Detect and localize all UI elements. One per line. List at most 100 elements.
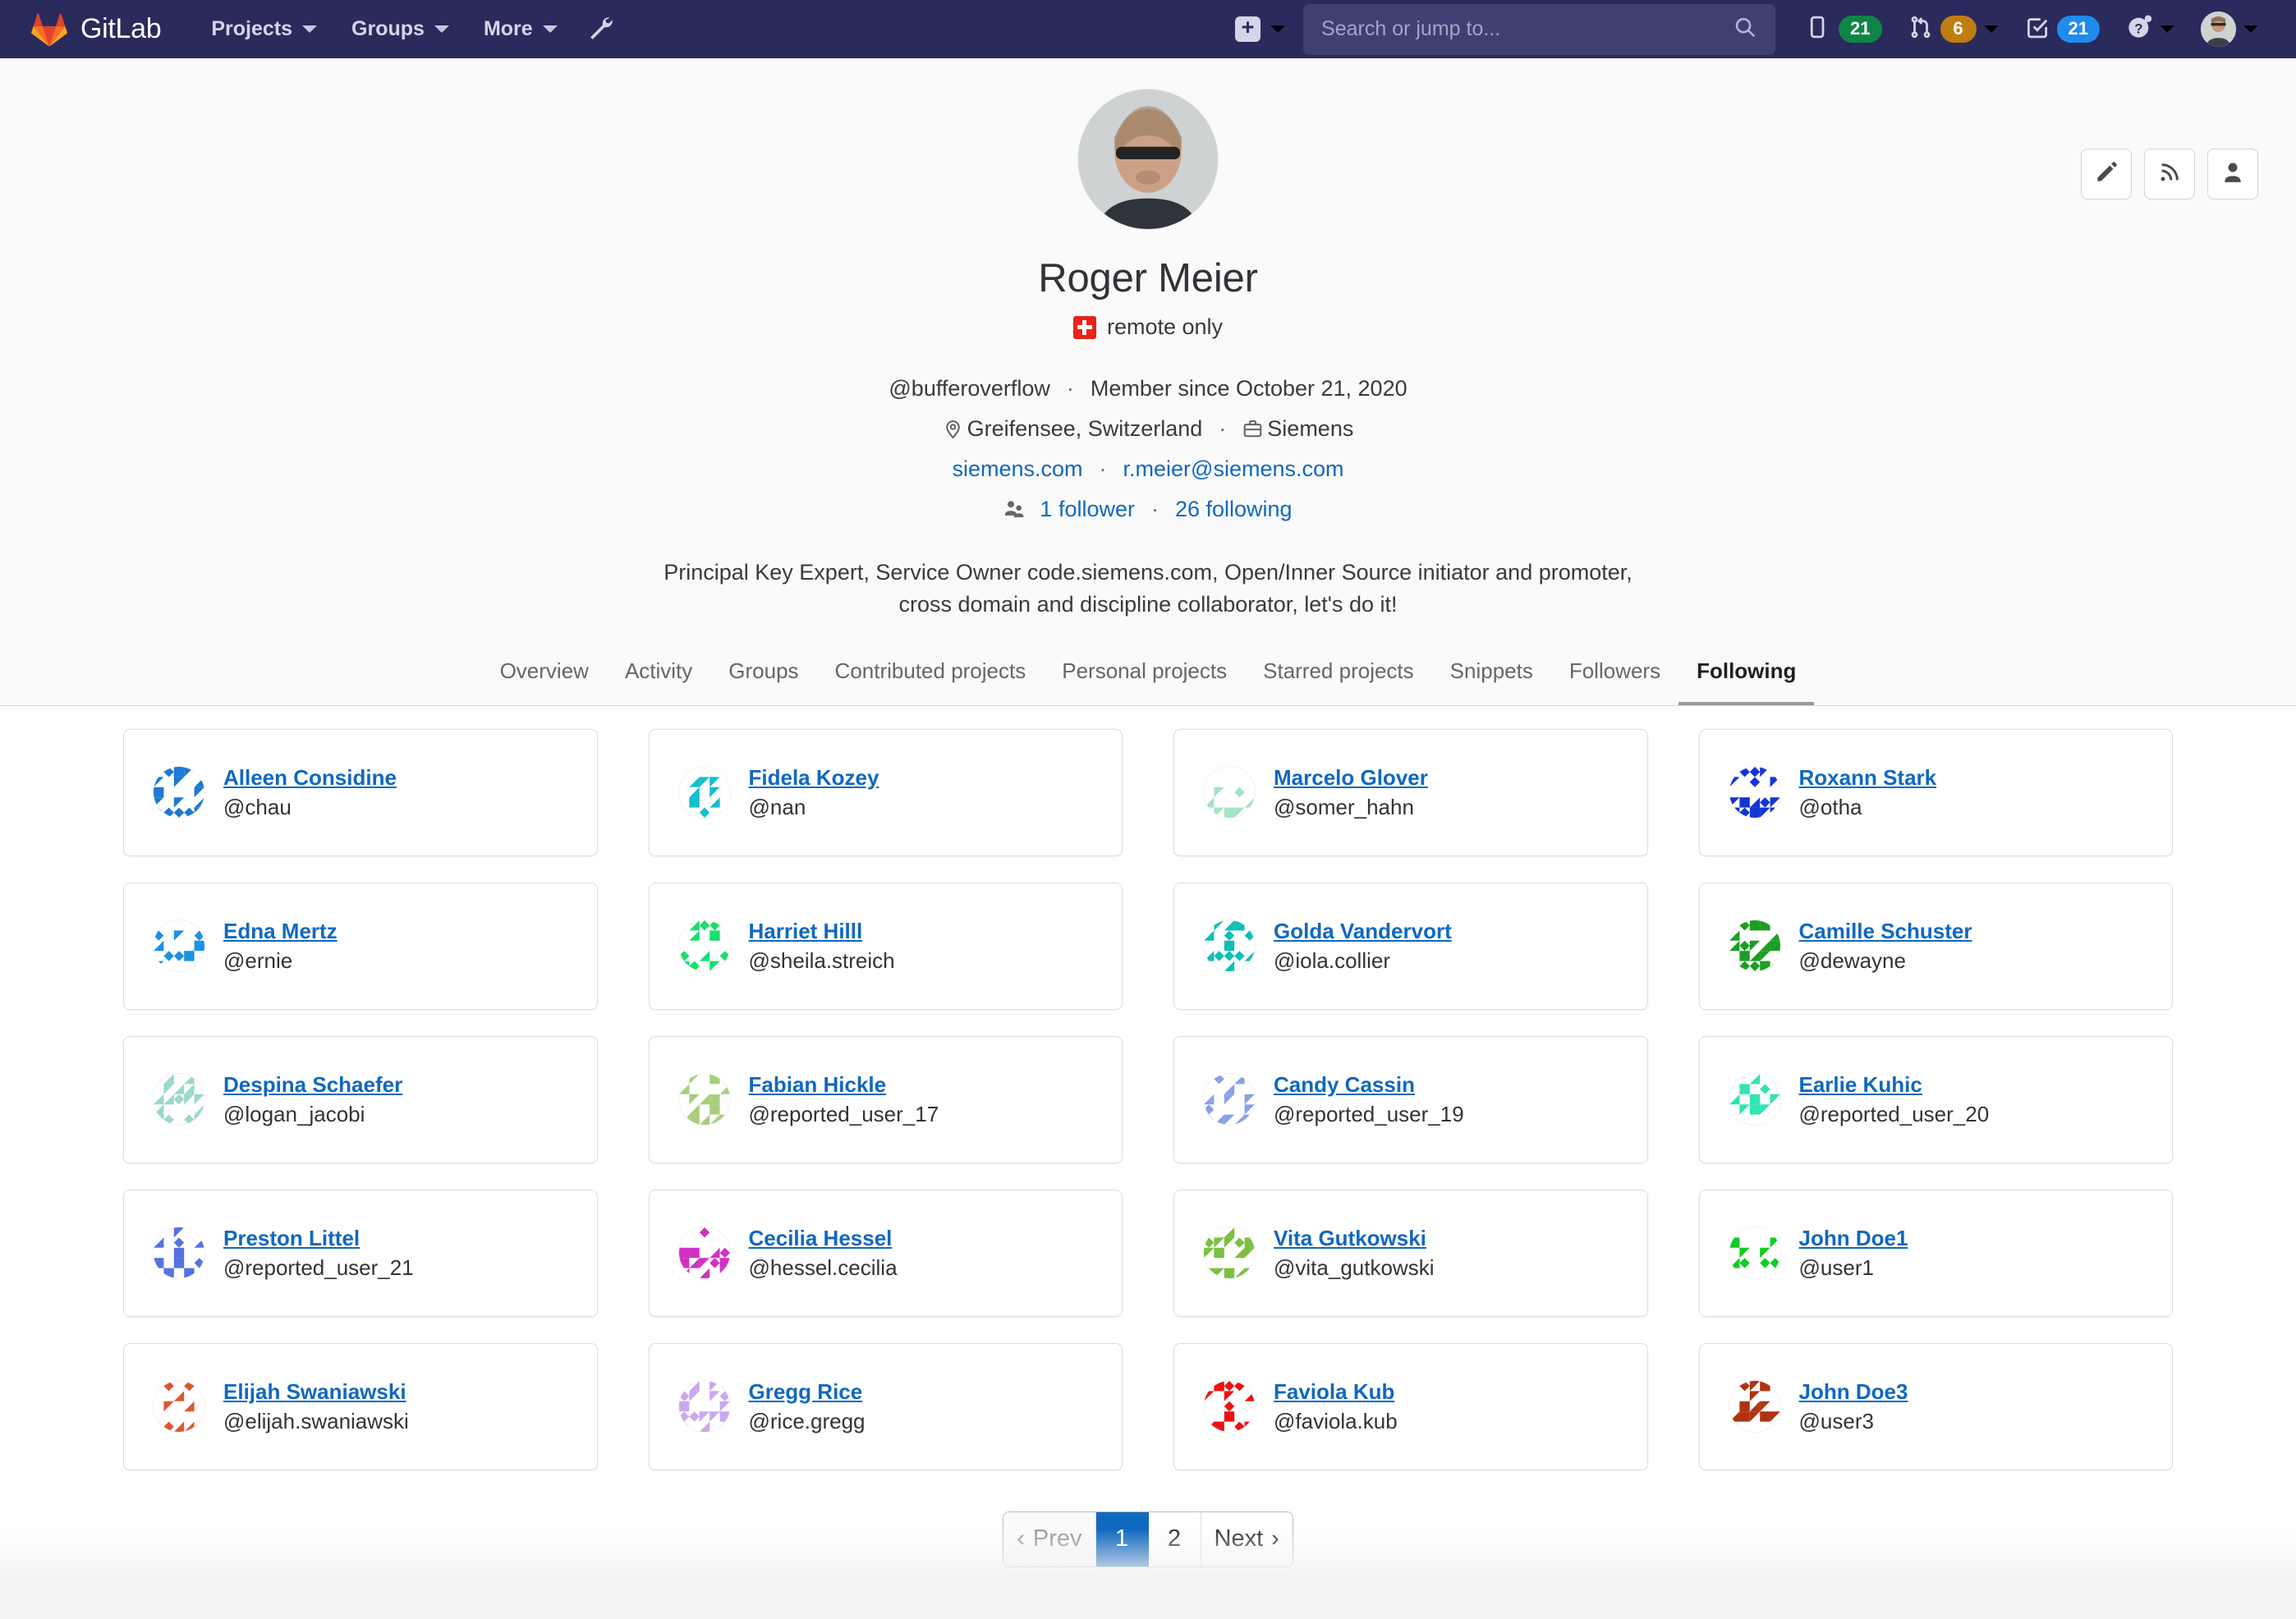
nav-item-projects[interactable]: Projects: [194, 0, 334, 58]
following-user-card[interactable]: Alleen Considine @chau: [123, 728, 598, 856]
user-avatar-icon: [1204, 1381, 1255, 1433]
following-link[interactable]: 26 following: [1175, 497, 1293, 522]
following-user-card[interactable]: Golda Vandervort @iola.collier: [1173, 882, 1648, 1010]
user-name-link[interactable]: Vita Gutkowski: [1274, 1226, 1434, 1251]
user-name-link[interactable]: Fidela Kozey: [749, 765, 879, 791]
search-input[interactable]: [1321, 17, 1733, 41]
following-user-card[interactable]: John Doe3 @user3: [1698, 1342, 2173, 1470]
tab-starred-projects[interactable]: Starred projects: [1245, 658, 1432, 705]
pagination-page-1[interactable]: 1: [1095, 1511, 1149, 1566]
following-user-card[interactable]: Cecilia Hessel @hessel.cecilia: [648, 1189, 1123, 1317]
tab-overview[interactable]: Overview: [482, 658, 607, 705]
report-abuse-button[interactable]: [2207, 149, 2258, 200]
merge-requests-counter-button[interactable]: 6: [1895, 0, 2012, 58]
following-user-card[interactable]: Preston Littel @reported_user_21: [123, 1189, 598, 1317]
help-dropdown[interactable]: ?: [2113, 0, 2188, 58]
user-name-link[interactable]: Cecilia Hessel: [749, 1226, 898, 1251]
following-user-card[interactable]: Despina Schaefer @logan_jacobi: [123, 1035, 598, 1163]
user-name-link[interactable]: Golda Vandervort: [1274, 919, 1452, 944]
user-name-link[interactable]: Faviola Kub: [1274, 1379, 1398, 1405]
tab-groups[interactable]: Groups: [710, 658, 816, 705]
user-name-link[interactable]: Elijah Swaniawski: [223, 1379, 409, 1405]
user-avatar-icon: [1204, 920, 1255, 972]
user-name-link[interactable]: Earlie Kuhic: [1799, 1072, 1990, 1098]
create-new-dropdown[interactable]: +: [1224, 16, 1297, 42]
following-user-card[interactable]: Candy Cassin @reported_user_19: [1173, 1035, 1648, 1163]
email-link[interactable]: r.meier@siemens.com: [1123, 456, 1344, 482]
user-name-link[interactable]: Camille Schuster: [1799, 919, 1972, 944]
tab-personal-projects[interactable]: Personal projects: [1044, 658, 1245, 705]
issues-counter-button[interactable]: 21: [1793, 0, 1894, 58]
following-user-card[interactable]: Fabian Hickle @reported_user_17: [648, 1035, 1123, 1163]
separator: ·: [1066, 376, 1074, 401]
user-handle: @chau: [223, 794, 292, 819]
pagination-next-label: Next: [1214, 1525, 1264, 1552]
chevron-down-icon: [542, 25, 558, 33]
user-card-text: Camille Schuster @dewayne: [1799, 919, 1972, 974]
following-user-card[interactable]: Roxann Stark @otha: [1698, 728, 2173, 856]
pagination-page-2[interactable]: 2: [1148, 1511, 1201, 1566]
user-handle: @sheila.streich: [748, 947, 895, 973]
chevron-down-icon: [2243, 25, 2258, 33]
user-name-link[interactable]: Marcelo Glover: [1274, 765, 1428, 791]
user-name-link[interactable]: Harriet Hilll: [749, 919, 895, 944]
following-user-card[interactable]: Harriet Hilll @sheila.streich: [648, 882, 1123, 1010]
followers-link[interactable]: 1 follower: [1040, 497, 1135, 522]
following-user-card[interactable]: Edna Mertz @ernie: [123, 882, 598, 1010]
following-user-card[interactable]: Elijah Swaniawski @elijah.swaniawski: [123, 1342, 598, 1470]
following-user-card[interactable]: Vita Gutkowski @vita_gutkowski: [1173, 1189, 1648, 1317]
subscribe-rss-button[interactable]: [2144, 149, 2195, 200]
tab-snippets[interactable]: Snippets: [1432, 658, 1551, 705]
todos-counter-button[interactable]: 21: [2012, 0, 2113, 58]
search-icon: [1733, 15, 1757, 44]
tab-activity[interactable]: Activity: [607, 658, 710, 705]
following-user-card[interactable]: Marcelo Glover @somer_hahn: [1173, 728, 1648, 856]
separator: ·: [1099, 456, 1107, 481]
gitlab-home-link[interactable]: GitLab: [31, 12, 162, 47]
user-handle: @somer_hahn: [1274, 794, 1414, 819]
user-avatar-icon: [1729, 767, 1780, 819]
nav-item-more[interactable]: More: [466, 0, 575, 58]
user-name-link[interactable]: Preston Littel: [223, 1226, 414, 1251]
tab-contributed-projects[interactable]: Contributed projects: [817, 658, 1045, 705]
user-handle: @reported_user_19: [1274, 1101, 1464, 1126]
following-user-card[interactable]: Gregg Rice @rice.gregg: [648, 1342, 1123, 1470]
user-name-link[interactable]: Gregg Rice: [749, 1379, 866, 1405]
nav-groups-label: Groups: [351, 17, 425, 40]
user-name-link[interactable]: Despina Schaefer: [223, 1072, 402, 1098]
todo-checkbox-icon: [2025, 15, 2050, 44]
global-search[interactable]: [1303, 3, 1776, 55]
user-avatar-icon: [154, 1227, 204, 1279]
user-name-link[interactable]: Fabian Hickle: [749, 1072, 939, 1098]
user-handle: @dewayne: [1798, 947, 1906, 973]
admin-area-button[interactable]: [586, 13, 614, 45]
user-name-link[interactable]: John Doe1: [1799, 1226, 1908, 1251]
tab-following[interactable]: Following: [1678, 658, 1815, 705]
user-name-link[interactable]: Alleen Considine: [223, 765, 397, 791]
user-name-link[interactable]: John Doe3: [1799, 1379, 1908, 1405]
user-name-link[interactable]: Roxann Stark: [1799, 765, 1937, 791]
user-card-text: Gregg Rice @rice.gregg: [749, 1379, 866, 1434]
following-user-card[interactable]: John Doe1 @user1: [1698, 1189, 2173, 1317]
pagination-wrapper: ‹ Prev 1 2 Next ›: [123, 1511, 2173, 1600]
nav-item-groups[interactable]: Groups: [334, 0, 466, 58]
avatar: [2201, 11, 2236, 47]
pagination: ‹ Prev 1 2 Next ›: [1003, 1511, 1293, 1567]
user-handle: @rice.gregg: [748, 1408, 866, 1433]
following-user-card[interactable]: Faviola Kub @faviola.kub: [1173, 1342, 1648, 1470]
user-avatar-icon: [678, 1381, 730, 1433]
user-card-text: Alleen Considine @chau: [223, 765, 397, 820]
website-link[interactable]: siemens.com: [952, 456, 1082, 482]
tab-followers[interactable]: Followers: [1551, 658, 1678, 705]
user-handle: @vita_gutkowski: [1274, 1254, 1435, 1280]
edit-profile-button[interactable]: [2081, 149, 2132, 200]
user-name-link[interactable]: Candy Cassin: [1274, 1072, 1464, 1098]
user-name-link[interactable]: Edna Mertz: [223, 919, 338, 944]
following-user-card[interactable]: Camille Schuster @dewayne: [1698, 882, 2173, 1010]
pagination-next[interactable]: Next ›: [1201, 1511, 1293, 1566]
user-menu-dropdown[interactable]: [2188, 0, 2271, 58]
following-user-card[interactable]: Fidela Kozey @nan: [648, 728, 1123, 856]
following-user-card[interactable]: Earlie Kuhic @reported_user_20: [1698, 1035, 2173, 1163]
pagination-prev[interactable]: ‹ Prev: [1003, 1511, 1096, 1566]
user-card-text: Golda Vandervort @iola.collier: [1274, 919, 1452, 974]
